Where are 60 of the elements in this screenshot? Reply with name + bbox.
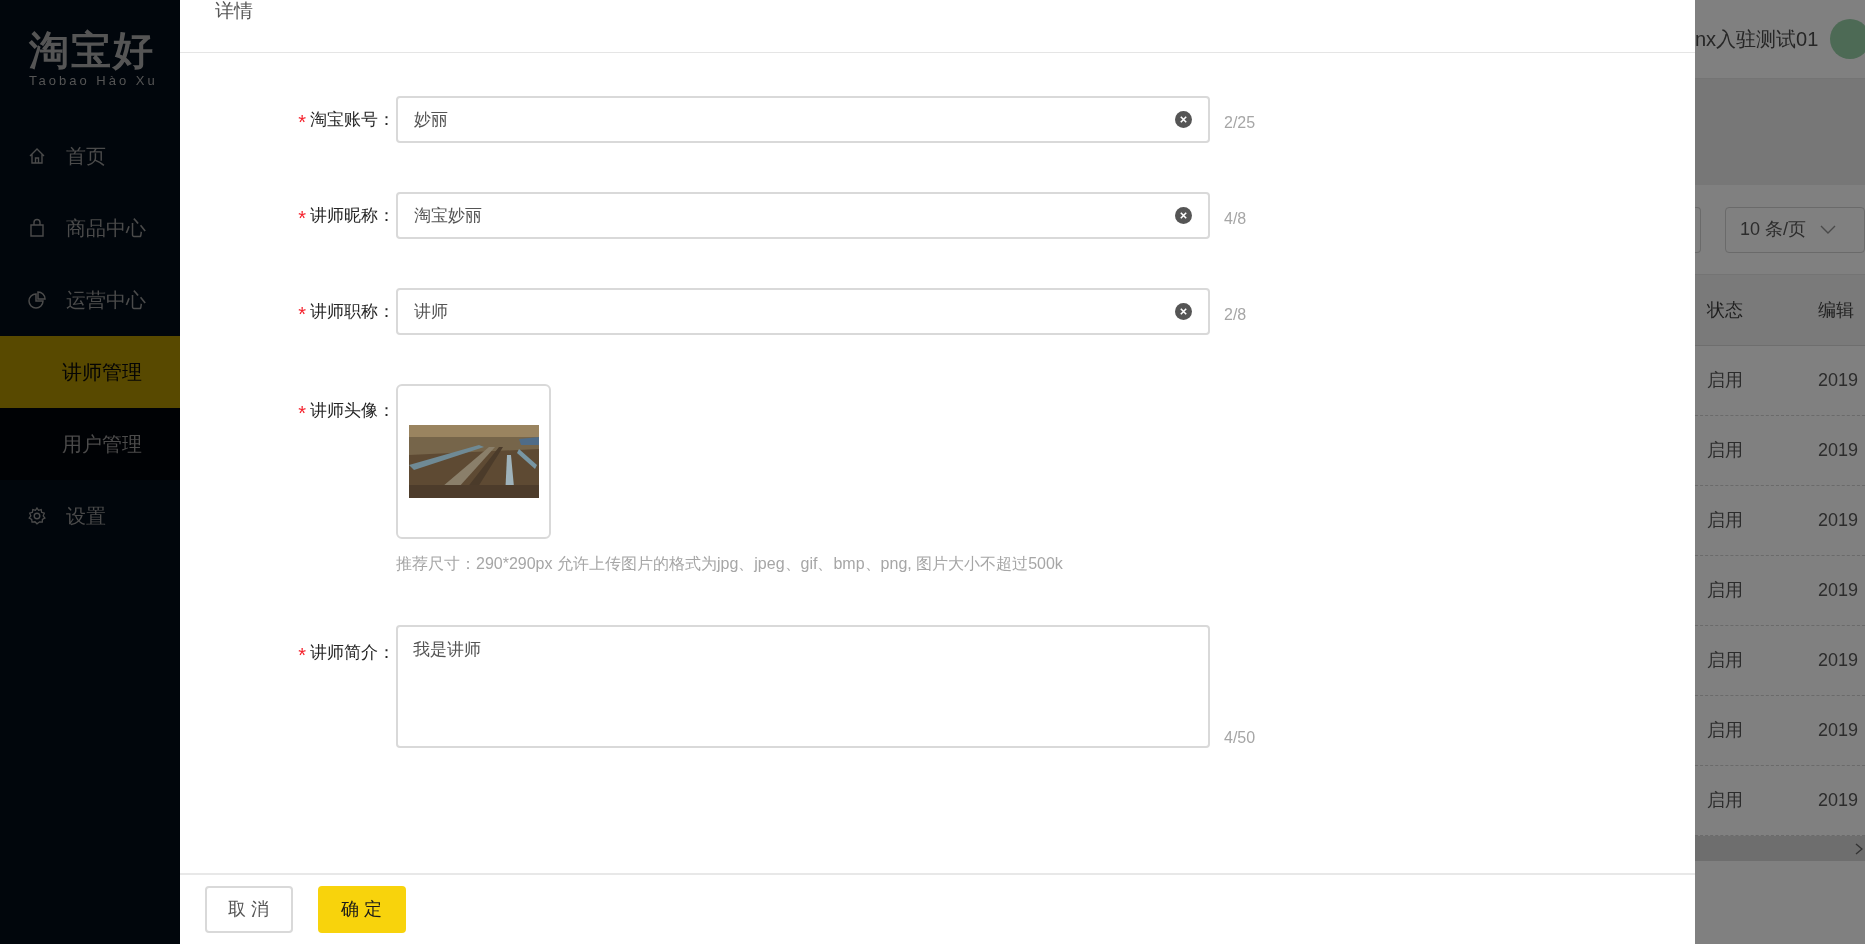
clear-icon[interactable] (1175, 207, 1192, 224)
text-input[interactable]: 妙丽 (396, 96, 1210, 143)
upload-hint: 推荐尺寸：290*290px 允许上传图片的格式为jpg、jpeg、gif、bmp、png, 图片大小不超过500k (396, 554, 1063, 574)
required-mark: * (298, 644, 306, 665)
logo: 淘宝好 (29, 28, 156, 72)
text-area[interactable]: 我是讲师 (396, 625, 1210, 748)
table-cell-text: 启用 (1706, 719, 1744, 742)
field-label: 讲师头像： (310, 400, 395, 423)
bag-icon (27, 218, 47, 238)
logo-subtitle: Taobao Hào Xu (29, 73, 159, 89)
page-size-select[interactable]: 10 条/页 (1725, 206, 1865, 253)
char-counter: 2/8 (1224, 304, 1247, 325)
table-cell-text: 启用 (1706, 509, 1744, 532)
table-cell-text: 启用 (1706, 579, 1744, 602)
field-label: 讲师职称： (310, 300, 395, 323)
menu-item[interactable]: 商品中心 (0, 192, 180, 264)
menu-item[interactable]: 首页 (0, 120, 180, 192)
submenu-item[interactable]: 讲师管理 (0, 336, 180, 408)
table-cell-text: 2019 (1818, 719, 1859, 742)
field-label: 讲师简介： (310, 641, 395, 664)
required-mark: * (298, 111, 306, 132)
table-cell-text: 2019 (1818, 509, 1859, 532)
text-input[interactable]: 淘宝妙丽 (396, 192, 1210, 239)
required-mark: * (298, 303, 306, 324)
cancel-button[interactable]: 取 消 (205, 886, 293, 933)
upload-box[interactable] (396, 384, 551, 539)
table-cell-text: 2019 (1818, 369, 1859, 392)
clear-icon[interactable] (1175, 303, 1192, 320)
table-cell-text: 2019 (1818, 789, 1859, 812)
table-cell-text: 启用 (1706, 369, 1744, 392)
confirm-button[interactable]: 确 定 (318, 886, 406, 933)
home-icon (27, 146, 47, 166)
field-label: 讲师昵称： (310, 204, 395, 227)
settings-icon (27, 506, 47, 526)
field-label: 淘宝账号： (310, 108, 395, 131)
column-header: 编辑 (1818, 298, 1854, 322)
required-mark: * (298, 207, 306, 228)
table-cell-text: 2019 (1818, 649, 1859, 672)
pie-chart-icon (27, 290, 47, 310)
char-counter: 2/25 (1224, 112, 1256, 133)
avatar (1830, 19, 1865, 59)
char-counter: 4/50 (1224, 728, 1256, 748)
table-cell-text: 启用 (1706, 789, 1744, 812)
table-cell-text: 启用 (1706, 439, 1744, 462)
chevron-down-icon (1820, 224, 1837, 235)
submenu-item[interactable]: 用户管理 (0, 408, 180, 480)
chevron-right-icon[interactable] (1855, 842, 1863, 855)
drawer-title: 详情 (215, 1, 253, 21)
clear-icon[interactable] (1175, 111, 1192, 128)
required-mark: * (298, 403, 306, 423)
menu-item[interactable]: 设置 (0, 480, 180, 552)
column-header: 状态 (1706, 298, 1744, 322)
table-cell-text: 2019 (1818, 439, 1859, 462)
scrollbar[interactable] (1695, 836, 1865, 861)
menu-item[interactable]: 运营中心 (0, 264, 180, 336)
table-cell-text: 启用 (1706, 649, 1744, 672)
user-name: nx入驻测试01 (1695, 27, 1819, 52)
text-input[interactable]: 讲师 (396, 288, 1210, 335)
table-cell-text: 2019 (1818, 579, 1859, 602)
char-counter: 4/8 (1224, 208, 1247, 229)
